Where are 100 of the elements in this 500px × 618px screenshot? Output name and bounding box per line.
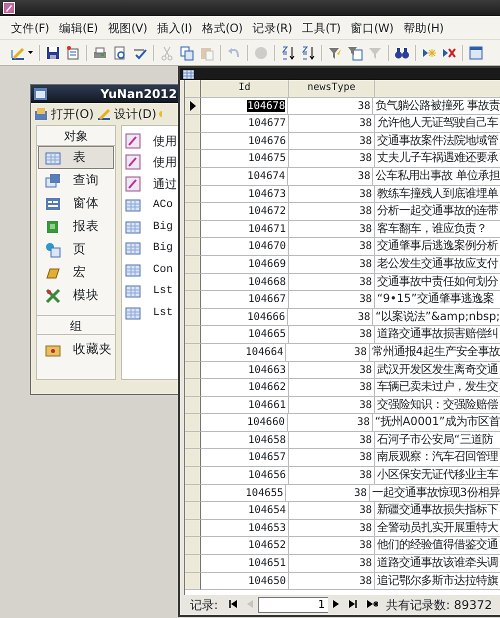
- caret-icon[interactable]: [28, 51, 32, 54]
- table-cell: 交通事故案件法院地域管: [375, 132, 500, 150]
- table-cell: 104666: [201, 308, 288, 326]
- wizard-icon[interactable]: [125, 154, 141, 170]
- table-icon[interactable]: [125, 262, 141, 278]
- object-type-item[interactable]: 查询: [38, 169, 114, 192]
- menu-item[interactable]: 格式(O): [197, 16, 248, 40]
- query-icon[interactable]: [45, 172, 61, 188]
- sort-ascending-icon[interactable]: [280, 44, 296, 60]
- object-list-item[interactable]: 使用: [153, 132, 177, 150]
- page-icon[interactable]: [45, 242, 61, 258]
- table-cell: 104665: [201, 326, 289, 344]
- table-cell: 38: [286, 344, 370, 362]
- design-button[interactable]: 设计(D): [114, 105, 156, 123]
- table-cell: 104671: [201, 220, 289, 238]
- object-list-item[interactable]: Big: [153, 218, 173, 235]
- table-cell: 104651: [201, 555, 289, 573]
- table-cell: 104652: [201, 537, 289, 556]
- object-type-item[interactable]: 页: [38, 238, 114, 261]
- report-icon[interactable]: [45, 218, 61, 234]
- table-cell: 38: [288, 168, 374, 186]
- object-list-item[interactable]: 通过: [153, 174, 177, 193]
- menu-item[interactable]: 视图(V): [102, 16, 152, 40]
- table-cell: 104661: [201, 396, 289, 414]
- table-cell: 104669: [201, 256, 289, 274]
- table-cell: 车辆已卖未过户，发生交: [375, 379, 500, 397]
- table-cell: 38: [289, 572, 375, 590]
- object-type-item[interactable]: 模块: [38, 284, 114, 307]
- table-icon[interactable]: [125, 240, 141, 256]
- object-list-item[interactable]: Big: [153, 240, 173, 256]
- object-type-item[interactable]: 报表: [38, 215, 114, 238]
- wizard-icon[interactable]: [125, 132, 141, 149]
- properties-icon[interactable]: [65, 44, 81, 60]
- table-cell: “9•15”交通肇事逃逸案: [375, 291, 500, 309]
- menu-item[interactable]: 窗口(W): [346, 16, 398, 40]
- object-type-item[interactable]: 宏: [38, 261, 114, 284]
- table-icon[interactable]: [125, 304, 141, 321]
- menu-item[interactable]: 插入(I): [152, 16, 198, 40]
- table-cell: 38: [289, 220, 375, 238]
- filter-icon[interactable]: [347, 44, 363, 60]
- table-cell: 全警动员扎实开展重特大: [375, 520, 500, 538]
- object-list-item[interactable]: Lst: [153, 283, 173, 300]
- last-record-icon[interactable]: [349, 600, 358, 608]
- save-icon[interactable]: [45, 44, 61, 60]
- table-icon[interactable]: [125, 218, 141, 235]
- column-header[interactable]: Id: [201, 80, 289, 98]
- table-cell: 104663: [201, 362, 289, 380]
- table-cell: 38: [289, 379, 375, 397]
- object-list-item[interactable]: Con: [153, 262, 173, 278]
- menu-item[interactable]: 工具(T): [297, 16, 346, 40]
- table-cell: 道路交通事故该谁牵头调: [375, 555, 500, 573]
- menu-item[interactable]: 文件(F): [6, 16, 54, 40]
- copy-icon[interactable]: [179, 44, 195, 60]
- table-cell: 追记鄂尔多斯市达拉特旗: [375, 572, 500, 590]
- table-cell: 武汉开发区发生离奇交通: [375, 362, 500, 380]
- panel-header: 组: [37, 315, 115, 335]
- menu-item[interactable]: 记录(R): [248, 16, 298, 40]
- form-icon[interactable]: [45, 196, 61, 212]
- object-list-item[interactable]: ACo: [153, 197, 173, 214]
- pencil-ruler-icon[interactable]: [96, 107, 111, 121]
- row-selector[interactable]: [185, 98, 201, 116]
- print-icon[interactable]: [92, 44, 108, 60]
- table-cell: 38: [289, 150, 375, 168]
- new-record-icon[interactable]: [367, 600, 378, 608]
- module-icon[interactable]: [45, 288, 61, 304]
- database-window-icon[interactable]: [468, 44, 484, 60]
- record-number-field[interactable]: 1: [258, 597, 328, 613]
- table-icon[interactable]: [125, 197, 141, 214]
- object-list-item[interactable]: 使用: [153, 153, 177, 172]
- table-cell: 104676: [201, 132, 289, 150]
- object-type-item[interactable]: 表: [38, 146, 114, 169]
- wizard-icon[interactable]: [125, 176, 141, 192]
- table-cell: 他们的经验值得借鉴交通: [375, 537, 500, 556]
- table-cell: 38: [289, 256, 375, 274]
- first-record-icon[interactable]: [229, 600, 238, 608]
- table-cell: 38: [289, 238, 375, 256]
- open-button[interactable]: 打开(O): [51, 105, 94, 123]
- table-cell: 38: [288, 414, 373, 432]
- table-cell: 交通肇事后逃逸案例分析: [375, 238, 500, 256]
- table-cell: 道路交通事故损害赔偿纠: [375, 326, 500, 344]
- table-cell: 38: [289, 186, 375, 204]
- group-item[interactable]: 收藏夹: [73, 340, 112, 359]
- folder-icon[interactable]: [34, 107, 48, 121]
- table-icon[interactable]: [125, 283, 141, 300]
- menu-item[interactable]: 编辑(E): [54, 16, 103, 40]
- table-cell: 104655: [201, 484, 286, 502]
- column-header[interactable]: newsType: [289, 80, 375, 98]
- menu-item[interactable]: 帮助(H): [398, 16, 449, 40]
- table-cell: “以案说法”&amp;nbsp;: [373, 308, 500, 326]
- object-list-item[interactable]: Lst: [153, 304, 173, 321]
- window-title: YuNan2012: [100, 86, 177, 103]
- object-type-item[interactable]: 窗体: [38, 192, 114, 215]
- table-cell: 分析一起交通事故的连带: [375, 203, 500, 221]
- table-cell: 38: [288, 98, 374, 116]
- table-icon[interactable]: [45, 150, 61, 166]
- sort-descending-icon[interactable]: [300, 44, 316, 60]
- table-cell: 104657: [201, 449, 289, 468]
- next-record-icon[interactable]: [333, 600, 340, 608]
- current-record-icon: [190, 100, 196, 111]
- table-cell: 104660: [201, 414, 288, 432]
